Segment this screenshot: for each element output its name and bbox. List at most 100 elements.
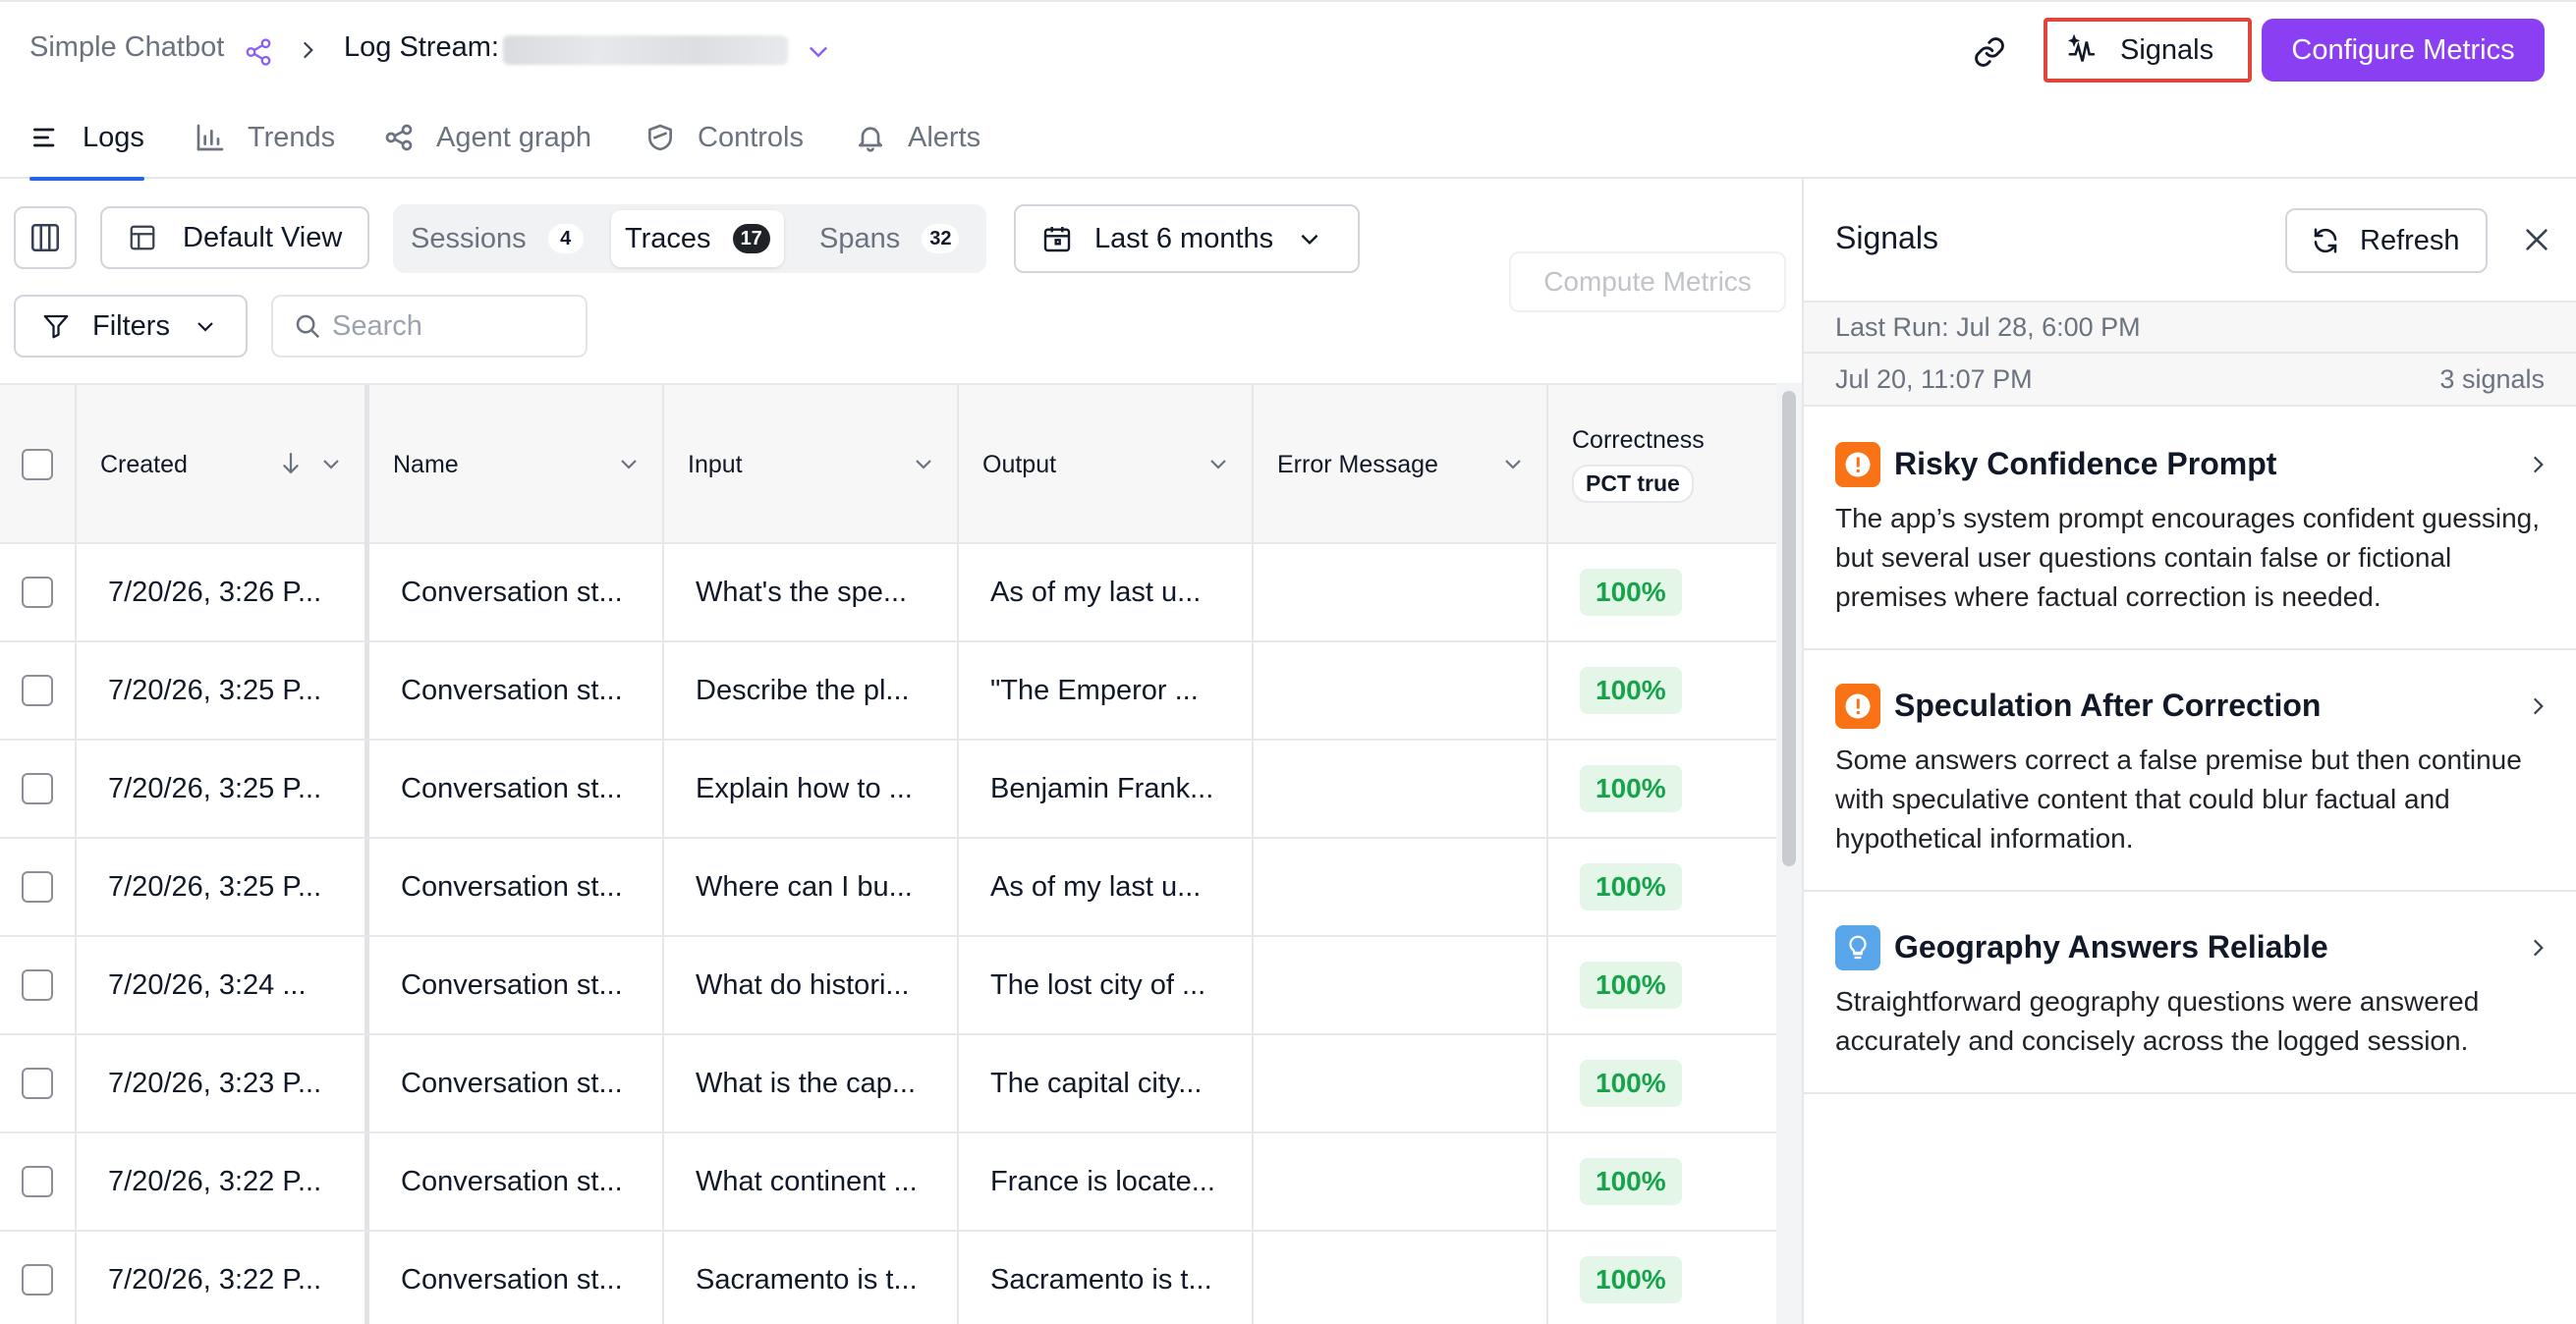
row-checkbox[interactable]	[22, 1068, 53, 1099]
date-range-dropdown[interactable]: Last 6 months	[1014, 204, 1360, 273]
cell-error[interactable]	[1254, 1232, 1548, 1324]
cell-input[interactable]: Describe the pl...	[664, 642, 959, 739]
chevron-down-icon[interactable]	[1501, 452, 1525, 475]
table-row[interactable]: 7/20/26, 3:25 P... Conversation st... Wher…	[0, 839, 1776, 937]
cell-name[interactable]: Conversation st...	[369, 1133, 664, 1230]
table-row[interactable]: 7/20/26, 3:22 P... Conversation st... What…	[0, 1133, 1776, 1232]
segment-sessions[interactable]: Sessions 4	[397, 210, 597, 267]
tab-controls[interactable]: Controls	[644, 96, 804, 179]
cell-input[interactable]: What is the cap...	[664, 1035, 959, 1131]
column-output[interactable]: Output	[959, 385, 1254, 544]
cell-output[interactable]: Benjamin Frank...	[959, 741, 1254, 837]
chevron-down-icon[interactable]	[1206, 452, 1230, 475]
column-error-message[interactable]: Error Message	[1254, 385, 1548, 544]
cell-created[interactable]: 7/20/26, 3:26 P...	[77, 544, 369, 640]
cell-input[interactable]: What do histori...	[664, 937, 959, 1033]
chevron-down-icon[interactable]	[319, 452, 343, 475]
tab-logs[interactable]: Logs	[29, 96, 144, 181]
column-toggle-button[interactable]	[14, 206, 77, 269]
column-created[interactable]: Created	[77, 385, 369, 544]
cell-correctness[interactable]: 100%	[1548, 544, 1776, 640]
table-row[interactable]: 7/20/26, 3:22 P... Conversation st... Sacr…	[0, 1232, 1776, 1324]
cell-error[interactable]	[1254, 642, 1548, 739]
cell-input[interactable]: Sacramento is t...	[664, 1232, 959, 1324]
cell-error[interactable]	[1254, 937, 1548, 1033]
tab-alerts[interactable]: Alerts	[855, 96, 980, 179]
cell-correctness[interactable]: 100%	[1548, 839, 1776, 935]
row-checkbox[interactable]	[22, 1264, 53, 1296]
cell-correctness[interactable]: 100%	[1548, 1035, 1776, 1131]
cell-error[interactable]	[1254, 1133, 1548, 1230]
link-icon[interactable]	[1973, 35, 2006, 69]
chevron-right-icon[interactable]	[2525, 693, 2550, 719]
cell-error[interactable]	[1254, 1035, 1548, 1131]
cell-name[interactable]: Conversation st...	[369, 839, 664, 935]
configure-metrics-button[interactable]: Configure Metrics	[2262, 19, 2545, 82]
tab-agent-graph[interactable]: Agent graph	[383, 96, 591, 179]
cell-output[interactable]: The capital city...	[959, 1035, 1254, 1131]
tab-trends[interactable]: Trends	[195, 96, 335, 179]
cell-input[interactable]: Explain how to ...	[664, 741, 959, 837]
column-correctness[interactable]: Correctness PCT true	[1548, 385, 1776, 544]
table-row[interactable]: 7/20/26, 3:25 P... Conversation st... Desc…	[0, 642, 1776, 741]
row-checkbox[interactable]	[22, 969, 53, 1001]
row-checkbox[interactable]	[22, 675, 53, 706]
cell-correctness[interactable]: 100%	[1548, 1133, 1776, 1230]
cell-correctness[interactable]: 100%	[1548, 937, 1776, 1033]
cell-output[interactable]: France is locate...	[959, 1133, 1254, 1230]
row-checkbox[interactable]	[22, 577, 53, 608]
chevron-down-icon[interactable]	[804, 37, 833, 65]
cell-name[interactable]: Conversation st...	[369, 1035, 664, 1131]
chevron-right-icon[interactable]	[2525, 935, 2550, 961]
sort-down-icon[interactable]	[280, 450, 302, 477]
share-icon[interactable]	[244, 37, 273, 67]
table-row[interactable]: 7/20/26, 3:26 P... Conversation st... What…	[0, 544, 1776, 642]
cell-created[interactable]: 7/20/26, 3:24 ...	[77, 937, 369, 1033]
signals-button[interactable]: Signals	[2044, 18, 2252, 83]
cell-correctness[interactable]: 100%	[1548, 741, 1776, 837]
cell-correctness[interactable]: 100%	[1548, 642, 1776, 739]
select-all-checkbox[interactable]	[22, 449, 53, 480]
column-name[interactable]: Name	[369, 385, 664, 544]
scrollbar-thumb[interactable]	[1782, 391, 1796, 866]
compute-metrics-button[interactable]: Compute Metrics	[1509, 251, 1786, 312]
cell-created[interactable]: 7/20/26, 3:23 P...	[77, 1035, 369, 1131]
breadcrumb-app[interactable]: Simple Chatbot	[29, 31, 224, 64]
close-icon[interactable]	[2521, 224, 2552, 255]
cell-name[interactable]: Conversation st...	[369, 642, 664, 739]
filters-dropdown[interactable]: Filters	[14, 295, 248, 358]
segment-traces[interactable]: Traces 17	[611, 210, 784, 267]
cell-created[interactable]: 7/20/26, 3:25 P...	[77, 642, 369, 739]
cell-output[interactable]: The lost city of ...	[959, 937, 1254, 1033]
cell-output[interactable]: "The Emperor ...	[959, 642, 1254, 739]
table-scrollbar[interactable]	[1776, 383, 1802, 1324]
cell-input[interactable]: Where can I bu...	[664, 839, 959, 935]
default-view-button[interactable]: Default View	[100, 206, 369, 269]
row-checkbox[interactable]	[22, 871, 53, 903]
table-row[interactable]: 7/20/26, 3:24 ... Conversation st... What …	[0, 937, 1776, 1035]
cell-created[interactable]: 7/20/26, 3:22 P...	[77, 1232, 369, 1324]
signal-card[interactable]: Geography Answers Reliable Straightforwa…	[1804, 892, 2576, 1094]
cell-created[interactable]: 7/20/26, 3:25 P...	[77, 839, 369, 935]
chevron-down-icon[interactable]	[912, 452, 935, 475]
segment-spans[interactable]: Spans 32	[806, 210, 973, 267]
cell-correctness[interactable]: 100%	[1548, 1232, 1776, 1324]
cell-error[interactable]	[1254, 544, 1548, 640]
cell-output[interactable]: Sacramento is t...	[959, 1232, 1254, 1324]
column-input[interactable]: Input	[664, 385, 959, 544]
table-row[interactable]: 7/20/26, 3:23 P... Conversation st... What…	[0, 1035, 1776, 1133]
row-checkbox[interactable]	[22, 1166, 53, 1197]
signal-card[interactable]: Risky Confidence Prompt The app’s system…	[1804, 407, 2576, 650]
chevron-down-icon[interactable]	[617, 452, 641, 475]
search-input[interactable]: Search	[271, 295, 588, 358]
cell-output[interactable]: As of my last u...	[959, 544, 1254, 640]
cell-output[interactable]: As of my last u...	[959, 839, 1254, 935]
table-row[interactable]: 7/20/26, 3:25 P... Conversation st... Expl…	[0, 741, 1776, 839]
cell-error[interactable]	[1254, 741, 1548, 837]
signal-card[interactable]: Speculation After Correction Some answer…	[1804, 650, 2576, 892]
cell-name[interactable]: Conversation st...	[369, 1232, 664, 1324]
row-checkbox[interactable]	[22, 773, 53, 804]
cell-name[interactable]: Conversation st...	[369, 937, 664, 1033]
cell-error[interactable]	[1254, 839, 1548, 935]
cell-created[interactable]: 7/20/26, 3:22 P...	[77, 1133, 369, 1230]
